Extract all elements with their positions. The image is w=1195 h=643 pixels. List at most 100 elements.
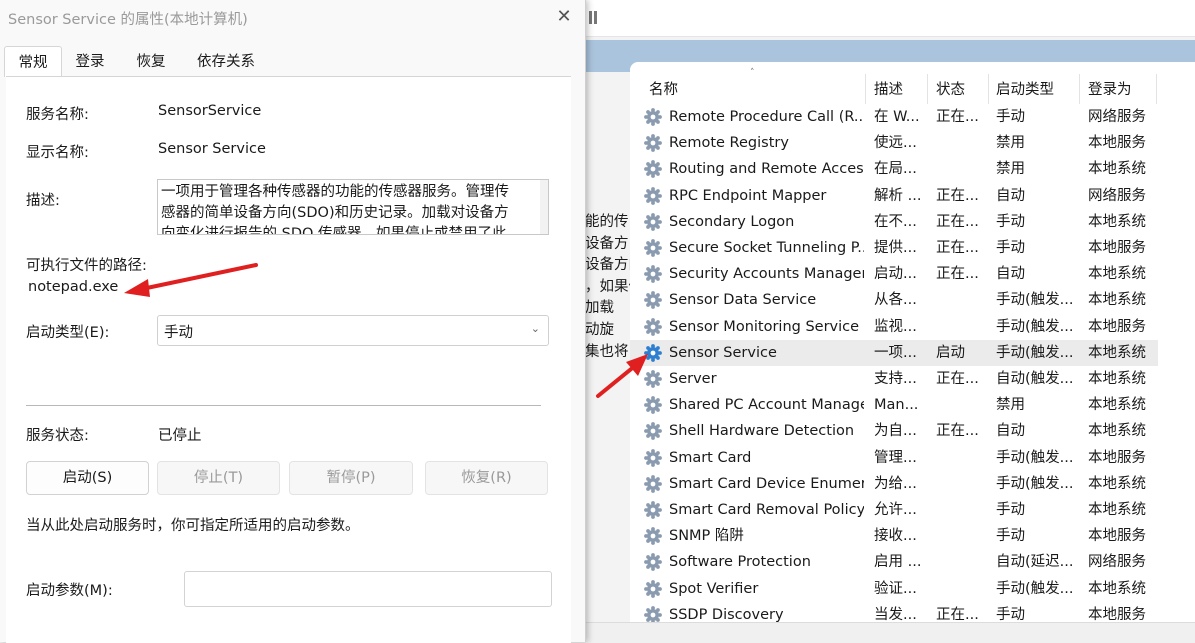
cell-logon: 网络服务 xyxy=(1088,554,1146,571)
column-separator[interactable] xyxy=(865,74,866,104)
table-row[interactable]: Shell Hardware Detection 为自... 正在... 自动 本地系统 xyxy=(630,418,1158,444)
gear-icon xyxy=(644,343,662,362)
cell-logon: 本地系统 xyxy=(1088,292,1146,309)
cell-name: Secure Socket Tunneling P... xyxy=(669,240,864,256)
cell-name: Remote Procedure Call (R... xyxy=(669,109,864,125)
cell-startup: 手动 xyxy=(996,240,1025,256)
cell-status xyxy=(936,549,986,575)
exe-path-label: 可执行文件的路径: xyxy=(26,258,147,274)
cell-status: 正在... xyxy=(936,109,979,125)
gear-icon xyxy=(644,265,662,284)
table-row[interactable]: Remote Registry 使远... 禁用 本地服务 xyxy=(630,130,1158,156)
divider xyxy=(26,405,541,406)
cell-desc: 启用 ... xyxy=(874,554,922,571)
cell-name: Spot Verifier xyxy=(669,580,759,597)
cell-desc: 验证... xyxy=(874,580,917,597)
cell-startup: 手动(触发... xyxy=(996,292,1074,309)
resume-button[interactable]: 恢复(R) xyxy=(425,461,548,495)
column-header-description[interactable]: 描述 xyxy=(874,76,903,104)
gear-icon xyxy=(644,160,662,179)
gear-icon xyxy=(644,396,662,415)
column-separator[interactable] xyxy=(927,74,928,104)
cell-logon: 本地服务 xyxy=(1088,318,1146,335)
startup-type-select[interactable]: 手动 ⌄ xyxy=(157,315,549,346)
gear-icon xyxy=(644,317,662,336)
cell-startup: 手动 xyxy=(996,528,1025,545)
table-row[interactable]: Smart Card Device Enumer... 为给... 手动(触发...… xyxy=(630,471,1158,497)
column-separator[interactable] xyxy=(1156,74,1157,104)
table-row[interactable]: Secondary Logon 在不... 正在... 手动 本地系统 xyxy=(630,209,1158,235)
close-icon[interactable]: ✕ xyxy=(551,4,577,30)
start-params-label: 启动参数(M): xyxy=(26,583,113,599)
column-separator[interactable] xyxy=(988,74,989,104)
cell-desc: 解析 ... xyxy=(874,187,922,204)
description-scrollbar[interactable] xyxy=(540,180,548,234)
cell-desc: 一项... xyxy=(874,344,917,361)
cell-status xyxy=(936,497,986,523)
cell-status: 正在... xyxy=(936,266,979,283)
display-name-value: Sensor Service xyxy=(158,141,266,157)
gear-icon xyxy=(644,108,662,126)
cell-desc: 为自... xyxy=(874,423,917,440)
cell-desc: 在不... xyxy=(874,213,917,230)
cell-logon: 本地系统 xyxy=(1088,397,1146,414)
cell-name: Sensor Data Service xyxy=(669,292,817,309)
column-separator[interactable] xyxy=(1079,74,1080,104)
display-name-label: 显示名称: xyxy=(26,145,89,161)
cell-desc: 接收... xyxy=(874,528,917,545)
table-row[interactable]: Sensor Data Service 从各... 手动(触发... 本地系统 xyxy=(630,287,1158,313)
tab-dependencies[interactable]: 依存关系 xyxy=(186,46,266,76)
table-row[interactable]: Security Accounts Manager 启动... 正在... 自动 本地系… xyxy=(630,261,1158,287)
services-window: 能的传设备方设备方向，如果停加载动旋集也将 ˄ 名称 描述 状态 启动类型 登录… xyxy=(585,0,1195,643)
start-params-input[interactable] xyxy=(184,571,552,607)
tab-general[interactable]: 常规 xyxy=(4,46,62,77)
gear-icon xyxy=(644,370,662,388)
cell-name: Software Protection xyxy=(669,554,811,571)
cell-status xyxy=(936,314,986,340)
pause-button[interactable]: 暂停(P) xyxy=(289,461,413,495)
cell-name: Sensor Service xyxy=(669,344,777,361)
table-row[interactable]: Shared PC Account Manager Man... 禁用 本地系统 xyxy=(630,392,1158,418)
table-row[interactable]: Sensor Service 一项... 启动 手动(触发... 本地系统 xyxy=(630,339,1158,366)
stop-button[interactable]: 停止(T) xyxy=(157,461,280,495)
tab-logon[interactable]: 登录 xyxy=(64,46,116,76)
exe-path-value: notepad.exe xyxy=(28,279,119,295)
cell-startup: 手动 xyxy=(996,502,1025,518)
cell-name: Routing and Remote Access xyxy=(669,161,864,178)
cell-name: RPC Endpoint Mapper xyxy=(669,187,827,204)
gear-icon xyxy=(644,501,662,519)
table-row[interactable]: Remote Procedure Call (R... 在 W... 正在... 手动… xyxy=(630,104,1158,130)
table-row[interactable]: SSDP Discovery 当发... 正在... 手动 本地服务 xyxy=(630,602,1158,622)
cell-logon: 网络服务 xyxy=(1088,109,1146,125)
cell-name: Smart Card xyxy=(669,449,752,466)
cell-startup: 自动 xyxy=(996,187,1025,204)
column-header-startup-type[interactable]: 启动类型 xyxy=(996,76,1054,104)
column-header-status[interactable]: 状态 xyxy=(936,76,965,104)
cell-startup: 自动(延迟... xyxy=(996,554,1074,571)
table-row[interactable]: Smart Card 管理... 手动(触发... 本地服务 xyxy=(630,445,1158,471)
sort-caret-icon: ˄ xyxy=(750,68,755,78)
toolbar-grip-icon[interactable] xyxy=(589,11,599,24)
cell-status xyxy=(936,287,986,313)
description-box[interactable]: 一项用于管理各种传感器的功能的传感器服务。管理传感器的简单设备方向(SDO)和历… xyxy=(157,179,549,235)
column-header-name[interactable]: 名称 xyxy=(649,76,678,104)
cell-logon: 本地系统 xyxy=(1088,423,1146,440)
table-row[interactable]: Secure Socket Tunneling P... 提供... 正在... 手动… xyxy=(630,235,1158,261)
chevron-down-icon: ⌄ xyxy=(530,322,540,335)
table-row[interactable]: Smart Card Removal Policy 允许... 手动 本地系统 xyxy=(630,497,1158,523)
tab-recovery[interactable]: 恢复 xyxy=(124,46,178,76)
gear-icon xyxy=(644,212,662,231)
column-header-logon-as[interactable]: 登录为 xyxy=(1088,76,1132,104)
cell-startup: 禁用 xyxy=(996,135,1025,152)
table-row[interactable]: Software Protection 启用 ... 自动(延迟... 网络服务 xyxy=(630,549,1158,575)
table-row[interactable]: Sensor Monitoring Service 监视... 手动(触发... 本地… xyxy=(630,314,1158,340)
cell-status: 正在... xyxy=(936,371,979,387)
table-row[interactable]: Server 支持... 正在... 自动(触发... 本地系统 xyxy=(630,366,1158,392)
table-row[interactable]: SNMP 陷阱 接收... 手动 本地服务 xyxy=(630,523,1158,549)
start-button[interactable]: 启动(S) xyxy=(26,461,149,495)
table-row[interactable]: Spot Verifier 验证... 手动(触发... 本地系统 xyxy=(630,576,1158,602)
cell-name: Smart Card Removal Policy xyxy=(669,502,864,518)
table-row[interactable]: Routing and Remote Access 在局... 禁用 本地系统 xyxy=(630,156,1158,182)
table-row[interactable]: RPC Endpoint Mapper 解析 ... 正在... 自动 网络服务 xyxy=(630,183,1158,209)
cell-logon: 本地系统 xyxy=(1088,475,1146,492)
